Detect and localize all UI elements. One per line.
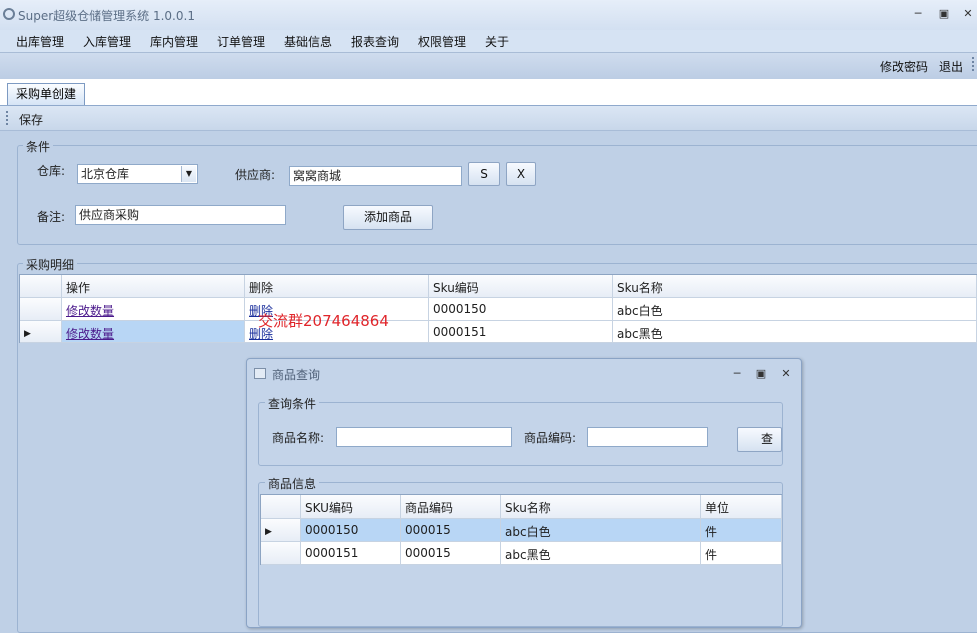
row-selector[interactable]: ▶	[20, 321, 62, 343]
tab-strip	[0, 79, 977, 107]
column-header[interactable]: Sku编码	[429, 275, 613, 298]
save-toolbar	[0, 106, 977, 131]
note-label: 备注:	[37, 210, 66, 224]
table-cell[interactable]: 件	[701, 519, 782, 542]
edit-quantity-link[interactable]: 修改数量	[66, 327, 114, 341]
table-cell[interactable]: 0000151	[301, 542, 401, 565]
table-cell[interactable]: abc白色	[501, 519, 701, 542]
product-info-title: 商品信息	[265, 475, 320, 492]
note-field[interactable]: 供应商采购	[75, 205, 286, 225]
row-selector[interactable]	[20, 298, 62, 321]
product-name-label: 商品名称:	[272, 431, 325, 445]
dialog-close-icon[interactable]: ✕	[778, 366, 794, 382]
menu-reports[interactable]: 报表查询	[351, 33, 399, 50]
supplier-label: 供应商:	[235, 168, 276, 182]
table-cell[interactable]: 000015	[401, 542, 501, 565]
column-header[interactable]: 操作	[62, 275, 245, 298]
menu-basic-info[interactable]: 基础信息	[284, 33, 332, 50]
menu-inbound[interactable]: 入库管理	[83, 33, 131, 50]
table-cell[interactable]: abc黑色	[501, 542, 701, 565]
table-cell: 0000151	[429, 321, 613, 343]
tab-purchase-create[interactable]: 采购单创建	[7, 83, 85, 105]
query-button[interactable]: 查	[737, 427, 782, 452]
table-cell: 修改数量	[62, 298, 245, 321]
query-conditions-title: 查询条件	[265, 395, 320, 412]
add-product-button[interactable]: 添加商品	[343, 205, 433, 230]
table-cell: 0000150	[429, 298, 613, 321]
column-header[interactable]: Sku名称	[613, 275, 977, 298]
edit-quantity-link[interactable]: 修改数量	[66, 304, 114, 318]
details-grid: 操作 删除 Sku编码 Sku名称 修改数量 删除 0000150 abc白色 …	[19, 274, 977, 343]
details-title: 采购明细	[23, 256, 78, 273]
menu-in-warehouse[interactable]: 库内管理	[150, 33, 198, 50]
change-password-button[interactable]: 修改密码	[880, 58, 928, 75]
warehouse-label: 仓库:	[37, 164, 66, 178]
supplier-clear-button[interactable]: X	[506, 162, 536, 186]
chevron-down-icon[interactable]: ▼	[181, 166, 196, 182]
menu-orders[interactable]: 订单管理	[217, 33, 265, 50]
column-header[interactable]: Sku名称	[501, 495, 701, 519]
table-cell: abc白色	[613, 298, 977, 321]
toolbar-grip	[972, 57, 976, 71]
column-header[interactable]: 删除	[245, 275, 429, 298]
product-code-field[interactable]	[587, 427, 708, 447]
supplier-field[interactable]: 窝窝商城	[289, 166, 462, 186]
dialog-title: 商品查询	[272, 368, 321, 382]
maximize-icon[interactable]: ▣	[936, 6, 952, 22]
minimize-icon[interactable]: ─	[910, 6, 926, 22]
close-icon[interactable]: ✕	[960, 6, 976, 22]
dialog-minimize-icon[interactable]: ─	[729, 366, 745, 382]
column-header[interactable]: 单位	[701, 495, 782, 519]
table-cell[interactable]: 0000150	[301, 519, 401, 542]
top-toolbar	[0, 52, 977, 80]
conditions-group	[17, 145, 977, 245]
table-cell[interactable]: 000015	[401, 519, 501, 542]
warehouse-value: 北京仓库	[81, 167, 130, 181]
product-name-field[interactable]	[336, 427, 512, 447]
window-title: Super超级仓储管理系统 1.0.0.1	[18, 9, 195, 23]
table-cell[interactable]: 件	[701, 542, 782, 565]
current-row-arrow-icon: ▶	[24, 329, 31, 339]
logout-button[interactable]: 退出	[939, 58, 963, 75]
supplier-search-button[interactable]: S	[468, 162, 500, 186]
column-header[interactable]: SKU编码	[301, 495, 401, 519]
menu-about[interactable]: 关于	[485, 33, 509, 50]
dialog-maximize-icon[interactable]: ▣	[753, 366, 769, 382]
conditions-title: 条件	[23, 138, 54, 155]
row-header-corner	[20, 275, 62, 298]
current-row-arrow-icon: ▶	[265, 527, 272, 537]
column-header[interactable]: 商品编码	[401, 495, 501, 519]
row-selector[interactable]: ▶	[261, 519, 301, 542]
product-grid: SKU编码 商品编码 Sku名称 单位 ▶ 0000150 000015 abc…	[260, 494, 782, 565]
row-header-corner	[261, 495, 301, 519]
save-button[interactable]: 保存	[19, 111, 43, 128]
app-logo-icon	[3, 8, 15, 20]
menu-outbound[interactable]: 出库管理	[16, 33, 64, 50]
product-code-label: 商品编码:	[524, 431, 577, 445]
menu-permissions[interactable]: 权限管理	[418, 33, 466, 50]
toolbar-grip	[6, 111, 10, 125]
row-selector[interactable]	[261, 542, 301, 565]
warehouse-select[interactable]: 北京仓库 ▼	[77, 164, 198, 184]
watermark-text: 交流群207464864	[258, 312, 389, 330]
table-cell: abc黑色	[613, 321, 977, 343]
table-cell: 修改数量	[62, 321, 245, 343]
dialog-icon	[254, 368, 266, 379]
